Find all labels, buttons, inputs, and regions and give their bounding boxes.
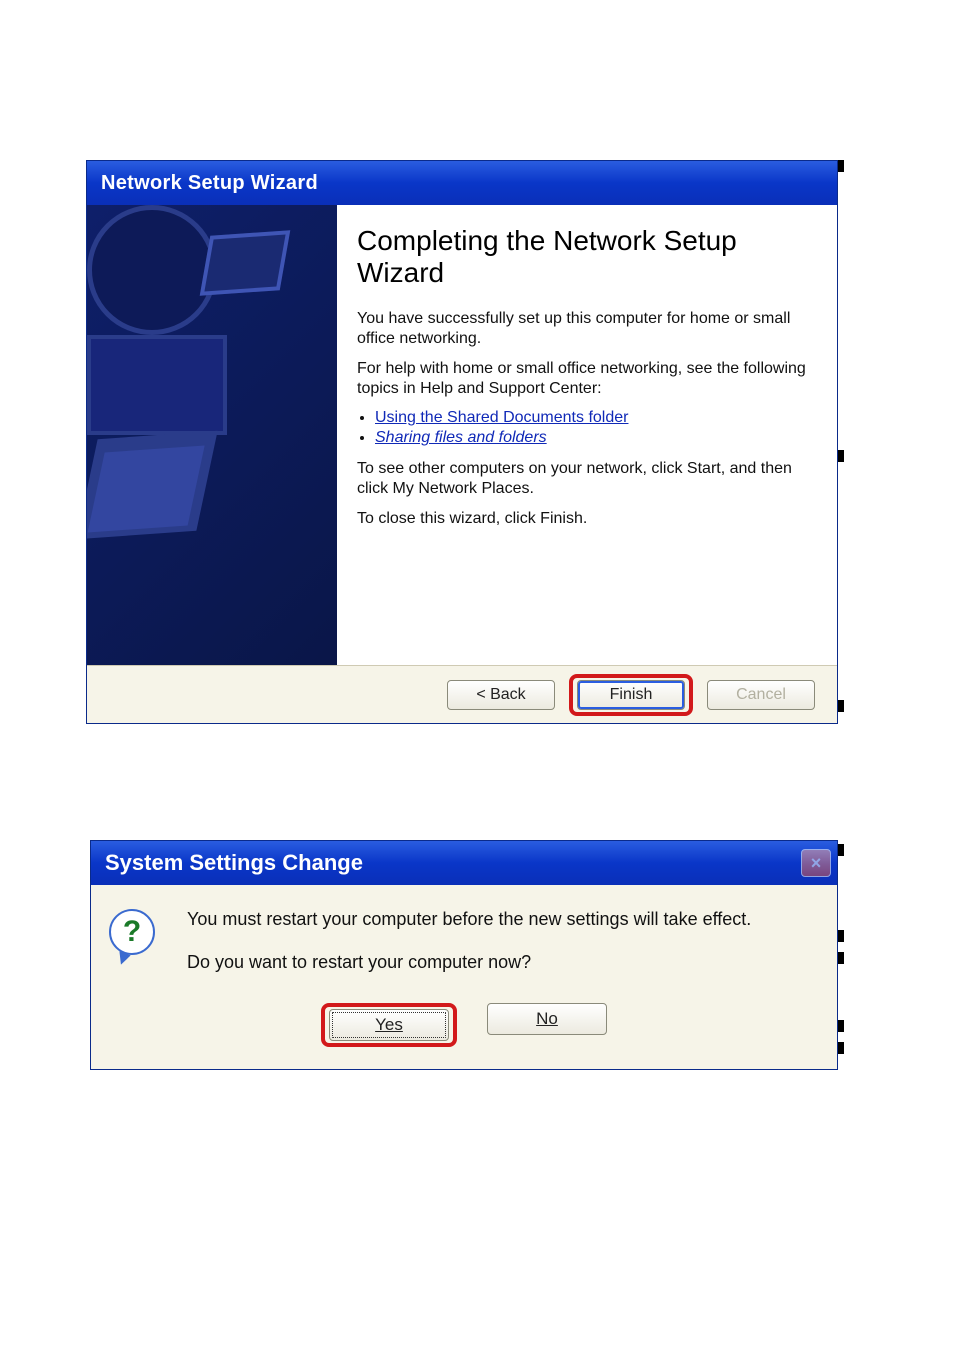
wizard-titlebar[interactable]: Network Setup Wizard xyxy=(87,161,837,205)
finish-button[interactable]: Finish xyxy=(577,680,685,710)
wizard-paragraph-help-intro: For help with home or small office netwo… xyxy=(357,359,815,399)
wizard-paragraph-success: You have successfully set up this comput… xyxy=(357,309,815,349)
wizard-title-text: Network Setup Wizard xyxy=(101,172,318,195)
wizard-button-row: < Back Finish Cancel xyxy=(87,665,837,723)
wizard-content: Completing the Network Setup Wizard You … xyxy=(337,205,837,665)
yes-button[interactable]: Yes xyxy=(329,1009,449,1041)
network-setup-wizard-dialog: Network Setup Wizard Completing the Netw… xyxy=(86,160,838,724)
no-button-label: No xyxy=(536,1009,558,1028)
wizard-sidebar-image xyxy=(87,205,337,665)
page-artifact-marks xyxy=(838,930,844,974)
wizard-help-links-list: Using the Shared Documents folder Sharin… xyxy=(375,409,815,447)
close-icon: × xyxy=(811,853,822,874)
wizard-body: Completing the Network Setup Wizard You … xyxy=(87,205,837,665)
yes-button-highlight: Yes xyxy=(321,1003,457,1047)
confirm-message-line1: You must restart your computer before th… xyxy=(187,909,751,930)
confirm-title-text: System Settings Change xyxy=(105,850,363,876)
page-artifact-marks xyxy=(838,160,844,182)
confirm-titlebar[interactable]: System Settings Change × xyxy=(91,841,837,885)
back-button[interactable]: < Back xyxy=(447,680,555,710)
sidebar-globe-icon xyxy=(87,205,217,335)
finish-button-highlight: Finish xyxy=(569,674,693,716)
link-sharing-files-and-folders[interactable]: Sharing files and folders xyxy=(375,429,547,446)
link-shared-documents-folder[interactable]: Using the Shared Documents folder xyxy=(375,409,628,426)
confirm-message: You must restart your computer before th… xyxy=(187,909,751,995)
no-button[interactable]: No xyxy=(487,1003,607,1035)
sidebar-computers-icon xyxy=(200,230,291,296)
page-artifact-marks xyxy=(838,450,844,472)
wizard-paragraph-network-places: To see other computers on your network, … xyxy=(357,459,815,499)
confirm-message-line2: Do you want to restart your computer now… xyxy=(187,952,751,973)
yes-button-label: Yes xyxy=(375,1015,403,1034)
close-button[interactable]: × xyxy=(801,849,831,877)
page-artifact-marks xyxy=(838,1020,844,1064)
wizard-close-hint: To close this wizard, click Finish. xyxy=(357,509,815,529)
confirm-button-row: Yes No xyxy=(91,1003,837,1069)
cancel-button: Cancel xyxy=(707,680,815,710)
page-artifact-marks xyxy=(838,700,844,722)
page-artifact-marks xyxy=(838,844,844,866)
confirm-body: ? You must restart your computer before … xyxy=(91,885,837,1003)
question-icon: ? xyxy=(109,909,161,961)
sidebar-printer-icon xyxy=(87,335,227,435)
wizard-heading: Completing the Network Setup Wizard xyxy=(357,225,815,289)
system-settings-change-dialog: System Settings Change × ? You must rest… xyxy=(90,840,838,1070)
sidebar-documents-icon xyxy=(87,431,218,539)
